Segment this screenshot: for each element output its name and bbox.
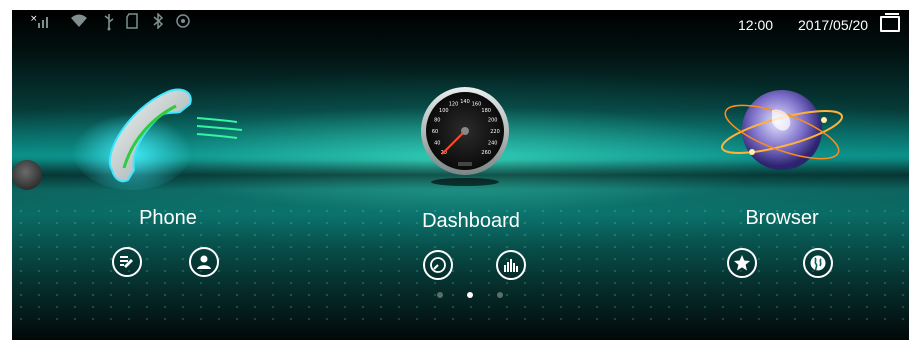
sd-card-icon bbox=[126, 13, 138, 29]
gauge-icon bbox=[430, 257, 446, 273]
svg-text:×: × bbox=[30, 14, 38, 24]
home-screen: × 12:00 2017/05/20 Phone 40 60 80 100 12… bbox=[12, 10, 909, 340]
call-log-button[interactable] bbox=[112, 247, 142, 277]
app-label-dashboard[interactable]: Dashboard bbox=[401, 209, 541, 233]
dial-label: 160 bbox=[472, 101, 482, 107]
dial-label: 60 bbox=[432, 129, 438, 135]
app-label-phone[interactable]: Phone bbox=[108, 206, 228, 230]
dial-label: 40 bbox=[434, 141, 440, 147]
wifi-icon bbox=[70, 13, 88, 29]
clock-date: 2017/05/20 bbox=[798, 17, 869, 33]
page-indicator-2[interactable] bbox=[467, 292, 473, 298]
location-icon bbox=[175, 13, 191, 29]
bluetooth-icon bbox=[152, 13, 164, 29]
page-indicator-3[interactable] bbox=[497, 292, 503, 298]
speedometer-icon[interactable]: 20406080100120140160180200220240260 bbox=[420, 86, 510, 186]
usb-icon bbox=[104, 13, 114, 31]
dial-label: 260 bbox=[481, 150, 491, 156]
equalizer-icon bbox=[504, 259, 518, 272]
gauge-button[interactable] bbox=[423, 250, 453, 280]
dial-label: 80 bbox=[434, 118, 440, 124]
dial-label: 140 bbox=[460, 99, 470, 105]
recent-apps-icon[interactable] bbox=[880, 13, 900, 32]
app-dashboard[interactable]: 20406080100120140160180200220240260 bbox=[420, 86, 510, 186]
equalizer-button[interactable] bbox=[496, 250, 526, 280]
app-browser[interactable] bbox=[712, 80, 852, 190]
dial-label: 240 bbox=[488, 141, 498, 147]
side-drawer-handle[interactable] bbox=[12, 160, 42, 190]
dial-label: 120 bbox=[449, 101, 459, 107]
dial-label: 220 bbox=[490, 129, 500, 135]
contacts-icon bbox=[197, 255, 211, 269]
globe-icon bbox=[810, 255, 826, 271]
phone-handset-icon[interactable] bbox=[72, 70, 272, 210]
contacts-button[interactable] bbox=[189, 247, 219, 277]
dial-label: 200 bbox=[488, 118, 498, 124]
star-icon bbox=[734, 255, 750, 271]
clock-time: 12:00 bbox=[738, 17, 774, 33]
no-signal-icon: × bbox=[30, 13, 52, 29]
app-phone[interactable] bbox=[72, 70, 272, 210]
dial-label: 100 bbox=[439, 108, 449, 114]
app-label-browser[interactable]: Browser bbox=[722, 206, 842, 230]
favorites-button[interactable] bbox=[727, 248, 757, 278]
call-log-icon bbox=[120, 256, 133, 268]
web-button[interactable] bbox=[803, 248, 833, 278]
page-indicator-1[interactable] bbox=[437, 292, 443, 298]
globe-icon[interactable] bbox=[712, 80, 852, 190]
dial-label: 180 bbox=[481, 108, 491, 114]
status-bar: × 12:00 2017/05/20 bbox=[12, 10, 909, 38]
